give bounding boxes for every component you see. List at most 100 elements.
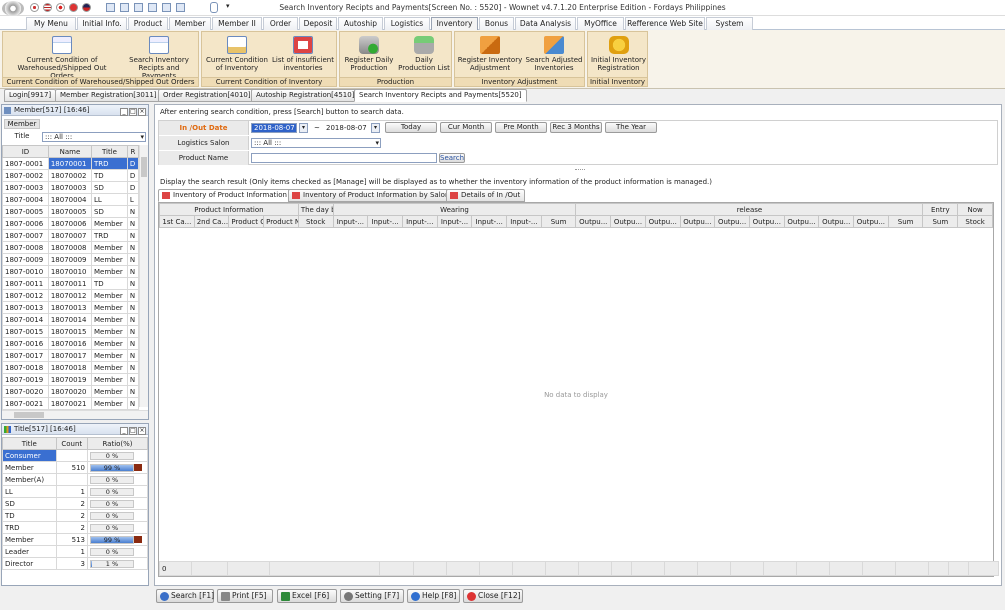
table-row[interactable]: 1807-0012 18070012 Member N <box>2 289 140 302</box>
restore-icon[interactable]: □ <box>129 427 137 435</box>
menu-tab-inventory[interactable]: Inventory <box>431 17 478 30</box>
tab-inventory-product[interactable]: Inventory of Product Information <box>158 189 292 202</box>
date-from-field[interactable]: 2018-08-07 <box>251 123 297 133</box>
minimize-icon[interactable]: _ <box>120 108 128 116</box>
menu-tab-bonus[interactable]: Bonus <box>479 17 514 30</box>
close-icon[interactable]: × <box>138 427 146 435</box>
column-header[interactable]: Outpu... <box>853 215 889 228</box>
daily-production-list-button[interactable]: Daily Production List <box>396 34 452 78</box>
table-row[interactable]: 1807-0020 18070020 Member N <box>2 385 140 398</box>
table-row[interactable]: LL 1 0 % <box>2 485 148 498</box>
setting-button[interactable]: Setting [F7] <box>340 589 404 603</box>
column-header[interactable]: Outpu... <box>575 215 612 228</box>
doc-tab[interactable]: Search Inventory Recipts and Payments[55… <box>354 89 527 102</box>
print-button[interactable]: Print [F5] <box>217 589 273 603</box>
column-header[interactable]: R <box>126 145 140 158</box>
menu-tab-refference-web-site[interactable]: Refference Web Site <box>625 17 705 30</box>
column-header[interactable]: Title <box>2 437 57 450</box>
help-button[interactable]: Help [F8] <box>407 589 460 603</box>
table-row[interactable]: 1807-0014 18070014 Member N <box>2 313 140 326</box>
excel-button[interactable]: Excel [F6] <box>277 589 337 603</box>
search-adjusted-inventories-button[interactable]: Search Adjusted Inventories <box>523 34 585 78</box>
table-row[interactable]: 1807-0004 18070004 LL L <box>2 193 140 206</box>
insufficient-inventories-button[interactable]: List of insufficient inventories <box>270 34 336 78</box>
calendar-dropdown-icon[interactable]: ▾ <box>299 123 308 133</box>
column-header[interactable]: Stock <box>957 215 993 228</box>
table-row[interactable]: Member 510 99 % <box>2 461 148 474</box>
menu-tab-autoship[interactable]: Autoship <box>338 17 383 30</box>
column-header[interactable]: Product C <box>228 215 265 228</box>
menu-tab-member-ii[interactable]: Member II <box>212 17 262 30</box>
table-row[interactable]: 1807-0013 18070013 Member N <box>2 301 140 314</box>
member-horizontal-scrollbar[interactable] <box>2 410 148 419</box>
table-row[interactable]: 1807-0007 18070007 TRD N <box>2 229 140 242</box>
calendar-dropdown-icon[interactable]: ▾ <box>371 123 380 133</box>
close-icon[interactable]: × <box>138 108 146 116</box>
table-row[interactable]: Member 513 99 % <box>2 533 148 546</box>
column-header[interactable]: Outpu... <box>714 215 750 228</box>
column-header[interactable]: Name <box>47 145 93 158</box>
column-header[interactable]: Outpu... <box>783 215 820 228</box>
column-header[interactable]: Input-... <box>401 215 438 228</box>
scroll-thumb[interactable] <box>14 412 44 418</box>
table-row[interactable]: 1807-0010 18070010 Member N <box>2 265 140 278</box>
tab-details-in-out[interactable]: Details of In /Out <box>446 189 526 202</box>
doc-tab[interactable]: Autoship Registration[4510] <box>251 89 360 102</box>
menu-tab-product[interactable]: Product <box>128 17 168 30</box>
register-inventory-adjustment-button[interactable]: Register Inventory Adjustment <box>457 34 523 78</box>
doc-tab[interactable]: Order Registration[4010] <box>158 89 256 102</box>
menu-tab-data-analysis[interactable]: Data Analysis <box>515 17 576 30</box>
table-row[interactable]: 1807-0015 18070015 Member N <box>2 325 140 338</box>
column-header[interactable]: Outpu... <box>610 215 646 228</box>
title-filter-select[interactable]: ::: All ::: ▾ <box>42 132 146 142</box>
search-inventory-recipts-button[interactable]: Search Inventory Recipts and Payments <box>121 34 197 80</box>
column-header[interactable]: Outpu... <box>644 215 681 228</box>
menu-tab-my-menu[interactable]: My Menu <box>26 17 76 30</box>
table-row[interactable]: Leader 1 0 % <box>2 545 148 558</box>
column-header[interactable]: Outpu... <box>818 215 855 228</box>
search-button[interactable]: Search [F1] <box>156 589 214 603</box>
column-header[interactable]: ID <box>2 145 49 158</box>
column-header[interactable]: Input-... <box>367 215 403 228</box>
column-header[interactable]: Outpu... <box>679 215 716 228</box>
table-row[interactable]: 1807-0001 18070001 TRD D <box>2 157 140 170</box>
table-row[interactable]: Member(A) 0 % <box>2 473 148 486</box>
column-header[interactable]: 2nd Ca... <box>193 215 230 228</box>
close-button[interactable]: Close [F12] <box>463 589 523 603</box>
table-row[interactable]: TD 2 0 % <box>2 509 148 522</box>
table-row[interactable]: 1807-0008 18070008 Member N <box>2 241 140 254</box>
column-header[interactable]: Product Name <box>263 215 299 228</box>
initial-inventory-registration-button[interactable]: Initial Inventory Registration <box>590 34 647 78</box>
table-row[interactable]: 1807-0018 18070018 Member N <box>2 361 140 374</box>
product-search-button[interactable]: Search <box>439 153 465 163</box>
current-condition-warehoused-button[interactable]: Current Condition of Warehoused/Shipped … <box>5 34 119 80</box>
column-header[interactable]: Input-... <box>436 215 473 228</box>
column-header[interactable]: Sum <box>887 215 924 228</box>
salon-select[interactable]: ::: All ::: ▾ <box>251 138 381 148</box>
menu-tab-order[interactable]: Order <box>263 17 298 30</box>
column-header[interactable]: Count <box>55 437 89 450</box>
table-row[interactable]: 1807-0019 18070019 Member N <box>2 373 140 386</box>
table-row[interactable]: 1807-0006 18070006 Member N <box>2 217 140 230</box>
splitter-handle[interactable] <box>575 169 585 171</box>
register-daily-production-button[interactable]: Register Daily Production <box>342 34 396 78</box>
product-name-input[interactable] <box>251 153 437 163</box>
table-row[interactable]: 1807-0011 18070011 TD N <box>2 277 140 290</box>
table-row[interactable]: 1807-0009 18070009 Member N <box>2 253 140 266</box>
restore-icon[interactable]: □ <box>129 108 137 116</box>
table-row[interactable]: 1807-0021 18070021 Member N <box>2 397 140 410</box>
member-vertical-scrollbar[interactable] <box>139 145 148 407</box>
column-header[interactable]: 1st Ca... <box>159 215 195 228</box>
cur-month-button[interactable]: Cur Month <box>440 122 492 133</box>
column-header[interactable]: Input-... <box>332 215 369 228</box>
menu-tab-member[interactable]: Member <box>169 17 211 30</box>
column-header[interactable]: Sum <box>540 215 577 228</box>
table-row[interactable]: 1807-0003 18070003 SD D <box>2 181 140 194</box>
table-row[interactable]: Director 3 1 % <box>2 557 148 570</box>
scroll-thumb[interactable] <box>141 157 147 177</box>
minimize-icon[interactable]: _ <box>120 427 128 435</box>
today-button[interactable]: Today <box>385 122 437 133</box>
column-header[interactable]: Stock <box>297 215 334 228</box>
table-row[interactable]: 1807-0002 18070002 TD D <box>2 169 140 182</box>
table-row[interactable]: 1807-0016 18070016 Member N <box>2 337 140 350</box>
